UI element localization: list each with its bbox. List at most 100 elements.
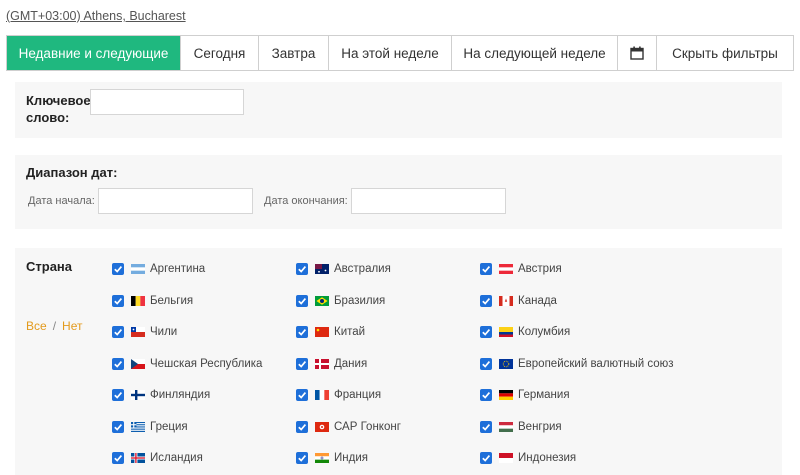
calendar-button[interactable] bbox=[618, 36, 657, 70]
country-item[interactable]: Индонезия bbox=[480, 450, 576, 466]
country-checkbox[interactable] bbox=[296, 294, 308, 307]
country-checkbox[interactable] bbox=[480, 452, 492, 464]
end-date-input[interactable] bbox=[351, 188, 506, 214]
country-name: Чили bbox=[150, 326, 178, 338]
flag-icon bbox=[315, 295, 329, 306]
country-name: Европейский валютный союз bbox=[518, 357, 674, 370]
country-item[interactable]: Греция bbox=[112, 419, 188, 435]
date-range-label: Диапазон дат: bbox=[26, 165, 118, 180]
country-item[interactable]: Венгрия bbox=[480, 419, 562, 435]
keyword-label: Ключевое слово: bbox=[26, 93, 91, 125]
country-checkbox[interactable] bbox=[112, 326, 124, 338]
flag-icon bbox=[131, 453, 145, 463]
flag-icon bbox=[499, 295, 513, 306]
country-checkbox[interactable] bbox=[480, 357, 492, 370]
flag-icon bbox=[499, 327, 513, 337]
country-item[interactable]: Чили bbox=[112, 324, 177, 340]
period-tabs: Недавние и следующие Сегодня Завтра На э… bbox=[6, 35, 794, 71]
country-checkbox[interactable] bbox=[112, 357, 124, 370]
country-item[interactable]: Германия bbox=[480, 387, 570, 403]
country-checkbox[interactable] bbox=[296, 452, 308, 464]
country-name: Венгрия bbox=[518, 420, 562, 433]
country-name: Франция bbox=[334, 389, 382, 401]
country-name: Исландия bbox=[150, 452, 203, 464]
flag-icon bbox=[499, 358, 513, 369]
tab-tomorrow[interactable]: Завтра bbox=[259, 36, 329, 70]
country-item[interactable]: Исландия bbox=[112, 450, 203, 466]
country-item[interactable]: Финляндия bbox=[112, 387, 210, 403]
country-name: Бельгия bbox=[150, 294, 194, 307]
country-checkbox[interactable] bbox=[480, 389, 492, 401]
select-none-link[interactable]: Нет bbox=[62, 319, 82, 333]
country-item[interactable]: Аргентина bbox=[112, 261, 205, 277]
country-item[interactable]: Австрия bbox=[480, 261, 562, 277]
country-item[interactable]: Индия bbox=[296, 450, 368, 466]
country-name: САР Гонконг bbox=[334, 420, 401, 433]
country-checkbox[interactable] bbox=[480, 294, 492, 307]
country-name: Бразилия bbox=[334, 294, 386, 307]
keyword-input[interactable] bbox=[90, 89, 244, 115]
country-checkbox[interactable] bbox=[112, 263, 124, 275]
country-name: Колумбия bbox=[518, 326, 571, 338]
country-checkbox[interactable] bbox=[296, 420, 308, 433]
country-name: Австрия bbox=[518, 263, 562, 275]
country-item[interactable]: Австралия bbox=[296, 261, 391, 277]
flag-icon bbox=[315, 390, 329, 400]
country-checkbox[interactable] bbox=[112, 420, 124, 433]
country-name: Аргентина bbox=[150, 263, 206, 275]
tab-recent-and-upcoming[interactable]: Недавние и следующие bbox=[7, 36, 181, 70]
calendar-icon bbox=[630, 46, 644, 60]
flag-icon bbox=[131, 264, 145, 274]
country-checkbox[interactable] bbox=[296, 263, 308, 275]
timezone-link[interactable]: (GMT+03:00) Athens, Bucharest bbox=[6, 9, 186, 23]
country-checkbox[interactable] bbox=[112, 389, 124, 401]
country-item[interactable]: Колумбия bbox=[480, 324, 570, 340]
tab-next-week[interactable]: На следующей неделе bbox=[452, 36, 618, 70]
select-all-link[interactable]: Все bbox=[26, 319, 47, 333]
country-item[interactable]: Китай bbox=[296, 324, 365, 340]
country-name: Австралия bbox=[334, 263, 391, 275]
flag-icon bbox=[315, 358, 329, 369]
country-name: Китай bbox=[334, 326, 366, 338]
country-item[interactable]: Европейский валютный союз bbox=[480, 356, 674, 372]
flag-icon bbox=[131, 295, 145, 306]
flag-icon bbox=[315, 453, 329, 463]
flag-icon bbox=[131, 327, 145, 337]
country-checkbox[interactable] bbox=[296, 326, 308, 338]
country-checkbox[interactable] bbox=[112, 294, 124, 307]
country-item[interactable]: Бразилия bbox=[296, 293, 385, 309]
country-item[interactable]: Франция bbox=[296, 387, 381, 403]
flag-icon bbox=[315, 327, 329, 337]
flag-icon bbox=[315, 421, 329, 432]
tab-today[interactable]: Сегодня bbox=[181, 36, 259, 70]
flag-icon bbox=[499, 421, 513, 432]
country-checkbox[interactable] bbox=[480, 420, 492, 433]
country-checkbox[interactable] bbox=[296, 357, 308, 370]
flag-icon bbox=[131, 390, 145, 400]
date-range-panel: Диапазон дат: Дата начала: Дата окончани… bbox=[15, 155, 782, 229]
country-name: Финляндия bbox=[150, 389, 211, 401]
country-item[interactable]: Бельгия bbox=[112, 293, 193, 309]
flag-icon bbox=[131, 421, 145, 432]
country-item[interactable]: Чешская Республика bbox=[112, 356, 262, 372]
country-name: Чешская Республика bbox=[150, 357, 263, 370]
country-name: Греция bbox=[150, 420, 188, 433]
end-date-label: Дата окончания: bbox=[264, 195, 348, 207]
country-checkbox[interactable] bbox=[296, 389, 308, 401]
country-panel: Страна Все / Нет Аргентина Австралия Австрия… bbox=[15, 248, 782, 475]
hide-filters-button[interactable]: Скрыть фильтры bbox=[657, 36, 793, 70]
keyword-panel: Ключевое слово: bbox=[15, 82, 782, 138]
country-label: Страна bbox=[26, 259, 73, 274]
country-name: Канада bbox=[518, 294, 557, 307]
country-name: Индонезия bbox=[518, 452, 577, 464]
country-item[interactable]: Дания bbox=[296, 356, 367, 372]
country-item[interactable]: САР Гонконг bbox=[296, 419, 401, 435]
country-checkbox[interactable] bbox=[480, 326, 492, 338]
tab-this-week[interactable]: На этой неделе bbox=[329, 36, 452, 70]
flag-icon bbox=[315, 264, 329, 274]
country-checkbox[interactable] bbox=[480, 263, 492, 275]
country-checkbox[interactable] bbox=[112, 452, 124, 464]
country-name: Индия bbox=[334, 452, 368, 464]
country-item[interactable]: Канада bbox=[480, 293, 557, 309]
start-date-input[interactable] bbox=[98, 188, 253, 214]
